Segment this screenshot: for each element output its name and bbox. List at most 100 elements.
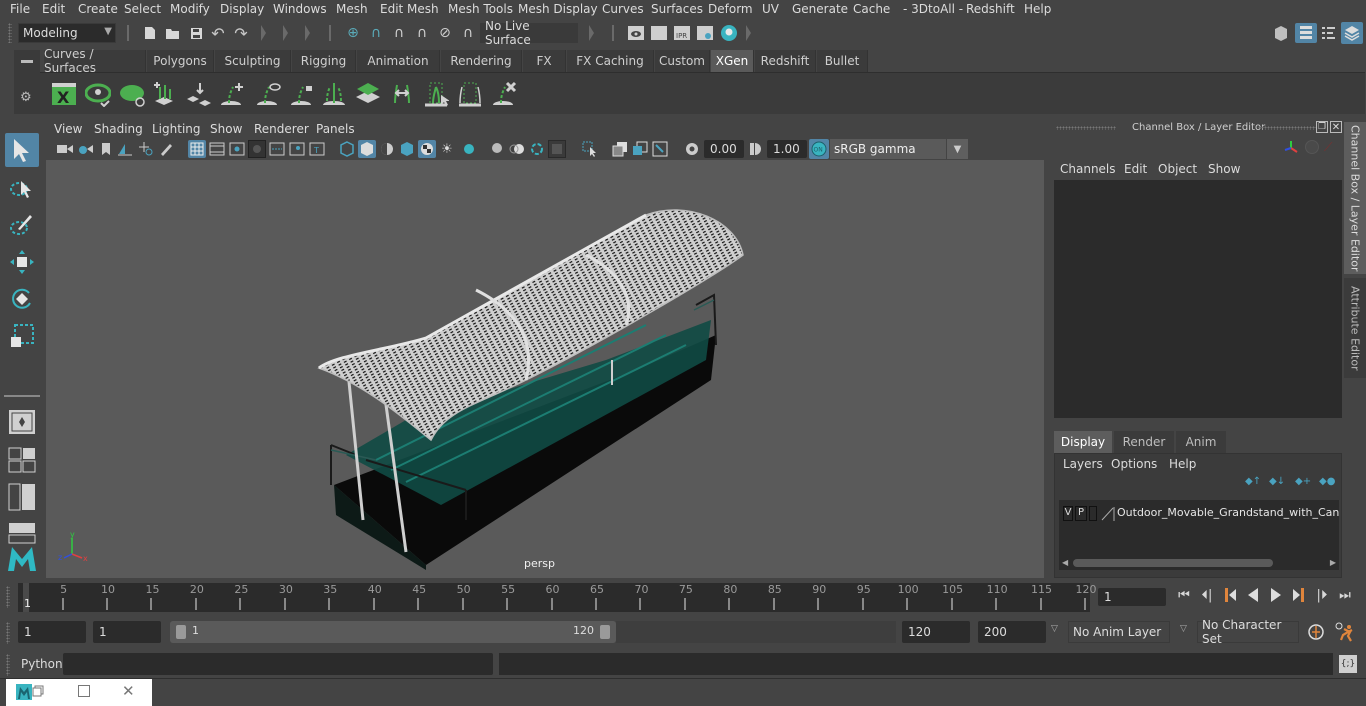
viewport-menu-lighting[interactable]: Lighting (152, 122, 201, 136)
add-description-icon[interactable] (150, 80, 178, 108)
shelf-tab-animation[interactable]: Animation (357, 50, 440, 72)
viewport-menu-show[interactable]: Show (210, 122, 242, 136)
layer-row[interactable]: V P Outdoor_Movable_Grandstand_with_Cano… (1059, 506, 1339, 522)
object-menu[interactable]: Object (1158, 162, 1197, 176)
shadows-icon[interactable]: ☀ (438, 140, 456, 158)
play-forwards-icon[interactable] (1267, 586, 1285, 604)
open-scene-icon[interactable] (164, 24, 182, 42)
shelf-tab-bullet[interactable]: Bullet (817, 50, 868, 72)
menu-mesh-display[interactable]: Mesh Display (518, 2, 598, 16)
xray-icon[interactable] (548, 140, 566, 158)
scrollbar-thumb[interactable] (1073, 559, 1273, 567)
move-layer-down-icon[interactable]: ◆↓ (1269, 476, 1285, 488)
xgen-clear-preview-icon[interactable] (118, 80, 146, 108)
select-tool-icon[interactable] (5, 133, 39, 167)
manipulator-axis-icon[interactable] (1284, 140, 1298, 154)
layer-color-swatch[interactable] (1101, 506, 1115, 521)
shelf-tab-rigging[interactable]: Rigging (292, 50, 356, 72)
camera-attributes-icon[interactable] (77, 140, 95, 158)
grandstand-model[interactable] (46, 160, 1044, 578)
layer-visibility-toggle[interactable]: V (1063, 506, 1073, 521)
2d-pan-zoom-icon[interactable] (137, 140, 155, 158)
menu-mesh[interactable]: Mesh (336, 2, 368, 16)
bookmarks-icon[interactable] (97, 140, 115, 158)
options-menu[interactable]: Options (1111, 457, 1157, 471)
shelf-tab-rendering[interactable]: Rendering (441, 50, 522, 72)
shelf-tab-redshift[interactable]: Redshift (755, 50, 816, 72)
collapse-arrow[interactable] (261, 25, 266, 41)
tab-anim[interactable]: Anim (1176, 431, 1226, 453)
menu-select[interactable]: Select (124, 2, 161, 16)
xray-active-components-icon[interactable] (631, 140, 649, 158)
gamma-icon[interactable] (746, 140, 764, 158)
drag-handle[interactable] (6, 586, 10, 608)
anim-layer-dropdown[interactable]: No Anim Layer (1068, 621, 1170, 643)
shelf-menu-icon[interactable] (21, 60, 33, 63)
tab-display[interactable]: Display (1054, 431, 1112, 453)
drag-handle[interactable] (6, 654, 10, 676)
snap-to-view-plane-icon[interactable]: ∩ (413, 24, 431, 42)
layer-horizontal-scrollbar[interactable]: ◀ ▶ (1059, 556, 1339, 570)
playback-end-field[interactable]: 120 (902, 621, 970, 643)
side-tab-attribute-editor[interactable]: Attribute Editor (1344, 278, 1366, 378)
character-set-chevron-icon[interactable]: ▽ (1180, 624, 1187, 634)
channel-box-area[interactable] (1054, 180, 1342, 418)
sculpt-guides-icon[interactable] (388, 80, 416, 108)
safe-title-icon[interactable]: T (308, 140, 326, 158)
xray-joints-icon[interactable] (611, 140, 629, 158)
shelf-tab-custom[interactable]: Custom (655, 50, 710, 72)
layers-menu[interactable]: Layers (1063, 457, 1103, 471)
grid-icon[interactable] (188, 140, 206, 158)
textured-icon[interactable] (398, 140, 416, 158)
rotate-tool-icon[interactable] (5, 282, 39, 316)
wireframe-icon[interactable] (338, 140, 356, 158)
split-guides-icon[interactable] (320, 80, 348, 108)
make-live-icon[interactable]: ⊘ (436, 24, 454, 42)
delete-groom-icon[interactable] (490, 80, 518, 108)
xgen-editor-icon[interactable]: X (50, 80, 78, 108)
paint-select-icon[interactable] (5, 208, 39, 242)
collapse-arrow[interactable] (283, 25, 288, 41)
workspace-dropdown[interactable]: Modeling ▼ (18, 23, 116, 43)
live-surface-field[interactable]: No Live Surface (480, 19, 578, 47)
show-menu[interactable]: Show (1208, 162, 1240, 176)
float-panel-icon[interactable]: ❐ (1316, 121, 1328, 133)
scale-tool-icon[interactable] (5, 319, 39, 353)
channels-menu[interactable]: Channels (1060, 162, 1116, 176)
select-camera-icon[interactable] (56, 140, 74, 158)
film-gate-icon[interactable] (208, 140, 226, 158)
channel-box-toggle-icon[interactable] (1341, 22, 1363, 44)
speed-icon[interactable] (1305, 140, 1319, 154)
edit-menu[interactable]: Edit (1124, 162, 1147, 176)
range-end-handle[interactable] (600, 625, 610, 639)
motion-blur-icon[interactable] (488, 140, 506, 158)
hypershade-icon[interactable] (719, 23, 739, 43)
add-guide-icon[interactable] (218, 80, 246, 108)
smooth-shade-icon[interactable] (358, 140, 376, 158)
step-back-frame-icon[interactable]: ⏴| (1198, 586, 1216, 604)
toggle-guide-visibility-icon[interactable] (254, 80, 282, 108)
maximize-window-icon[interactable] (78, 685, 90, 697)
layer-playback-toggle[interactable]: P (1075, 506, 1087, 521)
render-settings-icon[interactable] (696, 24, 714, 42)
snap-to-point-icon[interactable]: ∩ (390, 24, 408, 42)
field-chart-icon[interactable] (268, 140, 286, 158)
menu-edit-mesh[interactable]: Edit Mesh (380, 2, 439, 16)
backface-culling-icon[interactable] (651, 140, 669, 158)
exposure-icon[interactable] (683, 140, 701, 158)
help-menu[interactable]: Help (1169, 457, 1196, 471)
menu-help[interactable]: Help (1024, 2, 1051, 16)
single-perspective-layout-icon[interactable] (5, 405, 39, 439)
menu-redshift[interactable]: Redshift (966, 2, 1015, 16)
close-panel-icon[interactable]: ✕ (1330, 121, 1342, 133)
viewport-menu-panels[interactable]: Panels (316, 122, 355, 136)
go-to-start-icon[interactable]: ⏮ (1175, 586, 1193, 604)
command-language-label[interactable]: Python (21, 657, 63, 671)
shelf-tab-xgen[interactable]: XGen (711, 50, 754, 72)
timeline-track[interactable]: 1 5 10 15 20 25 30 35 40 45 50 55 60 65 70 75 80 85 90 95 1… (18, 583, 1097, 612)
viewport-menu-view[interactable]: View (54, 122, 82, 136)
new-scene-icon[interactable] (141, 24, 159, 42)
undo-icon[interactable]: ↶ (209, 24, 227, 43)
outliner-persp-layout-icon[interactable] (5, 480, 39, 514)
isolate-select-icon[interactable] (581, 140, 599, 158)
